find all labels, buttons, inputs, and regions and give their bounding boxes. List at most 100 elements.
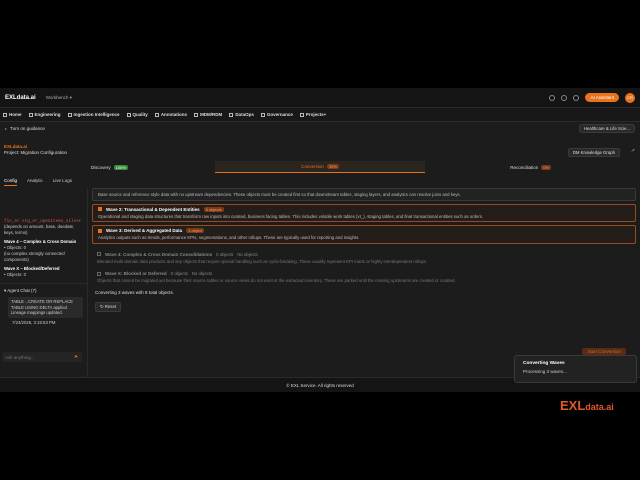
nav-engineering[interactable]: Engineering [28,112,61,117]
toast-title: Converting Waves [523,361,565,366]
nav-dataops[interactable]: DataOps [229,112,254,117]
phase-badge: 39% [326,164,339,169]
mdm-icon [194,112,199,117]
phase-badge: 0% [541,164,552,170]
ai-assistant-button[interactable]: AI Assistant [585,93,619,102]
chat-input[interactable] [2,352,82,362]
conversion-summary: Converting 3 waves with 8 total objects. [95,289,175,295]
cloud-icon[interactable] [549,94,556,101]
wave-description: Blended multi domain data products and a… [97,258,428,264]
brand-logo: EXLdata.ai [5,94,36,101]
nav-label: Governance [266,112,293,117]
guidance-toggle[interactable]: Turn on guidance [10,126,45,131]
tab-config[interactable]: Config [4,176,18,186]
workbench-dropdown[interactable]: Workbench [46,95,72,101]
object-count: 0 objects [216,251,234,257]
wave-1-card[interactable]: Base source and reference style data wit… [92,188,636,201]
wavex-objects: • Objects: 0 [4,272,27,277]
logo-sub: data.ai [585,402,614,412]
wave-4-card: Wave 4: Complex & Cross Domain Consolida… [92,250,636,267]
wave-description: Operational and staging data structures … [98,213,484,219]
phase-label: Reconciliation [510,164,539,170]
guidance-bar: ▸ Turn on guidance Healthcare & Life Sci… [0,122,640,134]
wave-description: Base source and reference style data wit… [98,192,461,197]
wave-title: Wave 3: Derived & Aggregated Data [106,228,183,233]
header-logo: EXLdata.ai [4,144,28,149]
nav-mdm[interactable]: MDM/RDM [194,112,222,117]
nav-ingestion[interactable]: Ingestion Intelligence [67,112,120,117]
wave-title: Wave 4: Complex & Cross Domain Consolida… [105,251,213,257]
reset-label: Reset [104,303,117,309]
project-title: Project: Migration Configuration [4,150,68,155]
nav-label: Projects+ [305,112,327,117]
checkbox[interactable] [98,207,102,211]
checkbox [97,252,101,256]
nav-label: Quality [132,112,148,117]
phase-label: Conversion [301,164,324,169]
phase-tracker: Discovery 100% Conversion 39% Reconciliati… [4,161,636,173]
wave-x-card: Wave X: Blocked or Deferred 0 objects No o… [92,269,636,286]
phase-discovery[interactable]: Discovery 100% [4,161,215,173]
wave4-note: (no complex strongly connected component… [4,251,65,262]
reset-button[interactable]: ↻ Reset [95,301,122,312]
checkbox [97,271,101,276]
wave-status: No objects [237,251,258,257]
object-count-badge: 5 objects [203,206,224,212]
home-icon [3,112,7,117]
phase-reconciliation[interactable]: Reconciliation 0% [425,161,636,173]
tab-live-logs[interactable]: Live Logs [53,176,72,186]
nav-projects[interactable]: Projects+ [299,112,327,117]
ingestion-icon [67,112,72,117]
wave-3-card[interactable]: Wave 3: Derived & Aggregated Data 1 objec… [92,225,636,244]
nav-label: DataOps [235,112,254,117]
nav-label: Home [9,112,22,117]
toast-notification: Converting Waves Processing 3 waves... [514,355,637,383]
left-panel: fin_er.stg_er_openitems_silver (depends … [0,188,88,392]
folder-icon [299,112,304,117]
toast-body: Processing 3 waves... [523,369,567,374]
agent-chat-header[interactable]: ▾ Agent Chat (7) [0,283,87,294]
wave-description: Analytics outputs such as trends, perfor… [98,235,360,240]
top-bar: EXLdata.ai Workbench AI Assistant CR [0,88,640,108]
logo-main: EXL [560,398,586,413]
notification-icon[interactable] [561,94,568,101]
dependency-note: (depends on amount, base, duedate, keys,… [4,224,75,235]
wave-2-card[interactable]: Wave 2: Transactional & Dependent Entiti… [92,203,636,222]
governance-icon [260,112,265,117]
phase-badge: 100% [113,164,128,170]
nav-home[interactable]: Home [3,112,22,117]
nav-label: Engineering [34,112,61,117]
phase-conversion[interactable]: Conversion 39% [214,161,426,173]
dataops-icon [229,112,234,117]
app-window: EXLdata.ai Workbench AI Assistant CR Hom… [0,88,640,392]
tab-analytic[interactable]: Analytic [27,176,43,186]
quality-icon [126,112,131,117]
wave-title: Wave 2: Transactional & Dependent Entiti… [106,206,200,212]
wave-status: No objects [191,271,213,276]
phase-label: Discovery [90,164,111,170]
send-icon[interactable]: ➤ [74,354,78,360]
nav-governance[interactable]: Governance [260,112,293,117]
theme-toggle-icon[interactable] [573,94,580,101]
avatar[interactable]: CR [625,92,635,103]
agent-chat-label: Agent Chat (7) [7,288,37,293]
nav-label: Ingestion Intelligence [73,112,120,117]
engineering-icon [28,112,33,117]
nav-label: MDM/RDM [200,112,223,117]
wave-description: Objects that cannot be migrated yet beca… [97,278,456,283]
nav-label: Annotations [160,112,188,117]
nav-quality[interactable]: Quality [126,112,148,117]
knowledge-graph-button[interactable]: DM Knowledge Graph [567,148,620,157]
start-conversion-button[interactable]: Start Conversion [582,348,626,355]
chat-message: TABLE→CREATE OR REPLACE TABLE USING DELT… [8,297,83,318]
object-count-badge: 1 object [186,228,205,233]
checkbox[interactable] [98,228,102,233]
object-count: 0 objects [170,271,188,276]
guidance-icon: ▸ [5,125,8,131]
annotations-icon [154,112,159,117]
nav-annotations[interactable]: Annotations [154,112,188,117]
expand-icon[interactable]: ↗ [631,148,635,154]
page-header: EXLdata.ai Project: Migration Configurat… [4,144,67,155]
chat-timestamp: 7/24/2026, 3:15:53 PM [12,319,56,325]
domain-pill[interactable]: Healthcare & Life Scie... [578,123,635,133]
